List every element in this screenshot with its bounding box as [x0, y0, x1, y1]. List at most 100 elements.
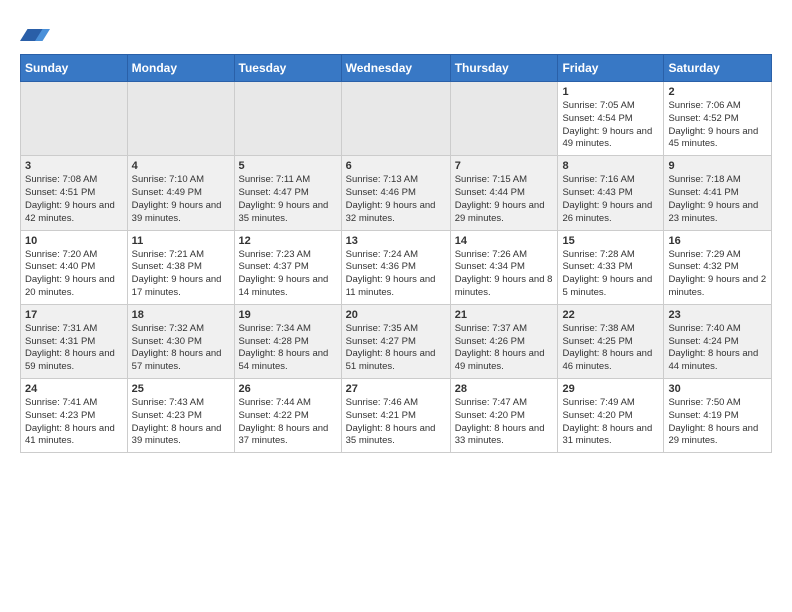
- calendar-week-row: 3 Sunrise: 7:08 AM Sunset: 4:51 PM Daylig…: [21, 156, 772, 230]
- header-row: SundayMondayTuesdayWednesdayThursdayFrid…: [21, 55, 772, 82]
- day-info: Sunrise: 7:26 AM Sunset: 4:34 PM Dayligh…: [455, 249, 554, 300]
- day-number: 27: [346, 383, 446, 395]
- calendar-cell: 26Sunrise: 7:44 AM Sunset: 4:22 PM Dayli…: [234, 379, 341, 453]
- calendar-cell: 1 Sunrise: 7:05 AM Sunset: 4:54 PM Daylig…: [558, 82, 664, 156]
- weekday-header: Thursday: [450, 55, 558, 82]
- day-info: Sunrise: 7:15 AM Sunset: 4:44 PM Dayligh…: [455, 174, 554, 225]
- day-number: 19: [239, 309, 337, 321]
- day-number: 28: [455, 383, 554, 395]
- day-info: Sunrise: 7:10 AM Sunset: 4:49 PM Dayligh…: [132, 174, 230, 225]
- calendar-cell: 24 Sunrise: 7:41 AM Sunset: 4:23 PM Dayli…: [21, 379, 128, 453]
- weekday-header: Sunday: [21, 55, 128, 82]
- calendar-cell: 4 Sunrise: 7:10 AM Sunset: 4:49 PM Daylig…: [127, 156, 234, 230]
- day-info: Sunrise: 7:13 AM Sunset: 4:46 PM Dayligh…: [346, 174, 446, 225]
- day-info: Sunrise: 7:18 AM Sunset: 4:41 PM Dayligh…: [668, 174, 767, 225]
- calendar-cell: 28Sunrise: 7:47 AM Sunset: 4:20 PM Dayli…: [450, 379, 558, 453]
- day-info: Sunrise: 7:32 AM Sunset: 4:30 PM Dayligh…: [132, 323, 230, 374]
- calendar-cell: 27 Sunrise: 7:46 AM Sunset: 4:21 PM Dayli…: [341, 379, 450, 453]
- day-number: 9: [668, 160, 767, 172]
- day-number: 21: [455, 309, 554, 321]
- calendar-cell: 5 Sunrise: 7:11 AM Sunset: 4:47 PM Daylig…: [234, 156, 341, 230]
- calendar-cell: 10 Sunrise: 7:20 AM Sunset: 4:40 PM Dayli…: [21, 230, 128, 304]
- calendar-week-row: 10 Sunrise: 7:20 AM Sunset: 4:40 PM Dayli…: [21, 230, 772, 304]
- calendar-cell: 17 Sunrise: 7:31 AM Sunset: 4:31 PM Dayli…: [21, 304, 128, 378]
- calendar-cell: 23 Sunrise: 7:40 AM Sunset: 4:24 PM Dayli…: [664, 304, 772, 378]
- calendar-cell: 3 Sunrise: 7:08 AM Sunset: 4:51 PM Daylig…: [21, 156, 128, 230]
- calendar-cell: 8 Sunrise: 7:16 AM Sunset: 4:43 PM Daylig…: [558, 156, 664, 230]
- day-info: Sunrise: 7:16 AM Sunset: 4:43 PM Dayligh…: [562, 174, 659, 225]
- calendar-cell: 13Sunrise: 7:24 AM Sunset: 4:36 PM Dayli…: [341, 230, 450, 304]
- day-number: 23: [668, 309, 767, 321]
- day-number: 26: [239, 383, 337, 395]
- calendar-cell: 9 Sunrise: 7:18 AM Sunset: 4:41 PM Daylig…: [664, 156, 772, 230]
- day-info: Sunrise: 7:06 AM Sunset: 4:52 PM Dayligh…: [668, 100, 767, 151]
- day-number: 3: [25, 160, 123, 172]
- logo-icon: [20, 20, 50, 44]
- weekday-header: Monday: [127, 55, 234, 82]
- day-number: 4: [132, 160, 230, 172]
- day-number: 1: [562, 86, 659, 98]
- day-info: Sunrise: 7:29 AM Sunset: 4:32 PM Dayligh…: [668, 249, 767, 300]
- day-number: 7: [455, 160, 554, 172]
- day-number: 6: [346, 160, 446, 172]
- calendar-cell: 18 Sunrise: 7:32 AM Sunset: 4:30 PM Dayli…: [127, 304, 234, 378]
- day-number: 20: [346, 309, 446, 321]
- weekday-header: Friday: [558, 55, 664, 82]
- day-info: Sunrise: 7:40 AM Sunset: 4:24 PM Dayligh…: [668, 323, 767, 374]
- day-info: Sunrise: 7:08 AM Sunset: 4:51 PM Dayligh…: [25, 174, 123, 225]
- day-info: Sunrise: 7:31 AM Sunset: 4:31 PM Dayligh…: [25, 323, 123, 374]
- calendar-cell: 14 Sunrise: 7:26 AM Sunset: 4:34 PM Dayli…: [450, 230, 558, 304]
- day-info: Sunrise: 7:50 AM Sunset: 4:19 PM Dayligh…: [668, 397, 767, 448]
- day-number: 22: [562, 309, 659, 321]
- day-info: Sunrise: 7:43 AM Sunset: 4:23 PM Dayligh…: [132, 397, 230, 448]
- calendar-week-row: 17 Sunrise: 7:31 AM Sunset: 4:31 PM Dayli…: [21, 304, 772, 378]
- calendar-cell: 11 Sunrise: 7:21 AM Sunset: 4:38 PM Dayli…: [127, 230, 234, 304]
- day-info: Sunrise: 7:11 AM Sunset: 4:47 PM Dayligh…: [239, 174, 337, 225]
- day-info: Sunrise: 7:23 AM Sunset: 4:37 PM Dayligh…: [239, 249, 337, 300]
- calendar-cell: 6 Sunrise: 7:13 AM Sunset: 4:46 PM Daylig…: [341, 156, 450, 230]
- calendar-cell: 16 Sunrise: 7:29 AM Sunset: 4:32 PM Dayli…: [664, 230, 772, 304]
- day-number: 11: [132, 235, 230, 247]
- day-number: 16: [668, 235, 767, 247]
- day-info: Sunrise: 7:28 AM Sunset: 4:33 PM Dayligh…: [562, 249, 659, 300]
- weekday-header: Saturday: [664, 55, 772, 82]
- day-number: 25: [132, 383, 230, 395]
- day-info: Sunrise: 7:05 AM Sunset: 4:54 PM Dayligh…: [562, 100, 659, 151]
- calendar-cell: 21 Sunrise: 7:37 AM Sunset: 4:26 PM Dayli…: [450, 304, 558, 378]
- day-number: 24: [25, 383, 123, 395]
- day-number: 14: [455, 235, 554, 247]
- calendar-cell: 25 Sunrise: 7:43 AM Sunset: 4:23 PM Dayli…: [127, 379, 234, 453]
- calendar-cell: 19Sunrise: 7:34 AM Sunset: 4:28 PM Dayli…: [234, 304, 341, 378]
- day-info: Sunrise: 7:46 AM Sunset: 4:21 PM Dayligh…: [346, 397, 446, 448]
- calendar-cell: 22 Sunrise: 7:38 AM Sunset: 4:25 PM Dayli…: [558, 304, 664, 378]
- logo: [20, 20, 54, 44]
- day-info: Sunrise: 7:38 AM Sunset: 4:25 PM Dayligh…: [562, 323, 659, 374]
- day-number: 8: [562, 160, 659, 172]
- day-number: 10: [25, 235, 123, 247]
- calendar-cell: 29Sunrise: 7:49 AM Sunset: 4:20 PM Dayli…: [558, 379, 664, 453]
- weekday-header: Wednesday: [341, 55, 450, 82]
- day-number: 13: [346, 235, 446, 247]
- calendar-table: SundayMondayTuesdayWednesdayThursdayFrid…: [20, 54, 772, 453]
- calendar-cell: [21, 82, 128, 156]
- calendar-week-row: 24 Sunrise: 7:41 AM Sunset: 4:23 PM Dayli…: [21, 379, 772, 453]
- day-info: Sunrise: 7:20 AM Sunset: 4:40 PM Dayligh…: [25, 249, 123, 300]
- day-number: 2: [668, 86, 767, 98]
- day-number: 18: [132, 309, 230, 321]
- calendar-cell: 12 Sunrise: 7:23 AM Sunset: 4:37 PM Dayli…: [234, 230, 341, 304]
- calendar-cell: 15 Sunrise: 7:28 AM Sunset: 4:33 PM Dayli…: [558, 230, 664, 304]
- day-info: Sunrise: 7:41 AM Sunset: 4:23 PM Dayligh…: [25, 397, 123, 448]
- day-info: Sunrise: 7:21 AM Sunset: 4:38 PM Dayligh…: [132, 249, 230, 300]
- day-info: Sunrise: 7:35 AM Sunset: 4:27 PM Dayligh…: [346, 323, 446, 374]
- day-number: 17: [25, 309, 123, 321]
- calendar-cell: [127, 82, 234, 156]
- calendar-cell: 2 Sunrise: 7:06 AM Sunset: 4:52 PM Daylig…: [664, 82, 772, 156]
- calendar-header: SundayMondayTuesdayWednesdayThursdayFrid…: [21, 55, 772, 82]
- page-header: [20, 20, 772, 44]
- day-number: 12: [239, 235, 337, 247]
- day-number: 5: [239, 160, 337, 172]
- day-info: Sunrise: 7:37 AM Sunset: 4:26 PM Dayligh…: [455, 323, 554, 374]
- calendar-body: 1 Sunrise: 7:05 AM Sunset: 4:54 PM Daylig…: [21, 82, 772, 453]
- calendar-week-row: 1 Sunrise: 7:05 AM Sunset: 4:54 PM Daylig…: [21, 82, 772, 156]
- day-number: 15: [562, 235, 659, 247]
